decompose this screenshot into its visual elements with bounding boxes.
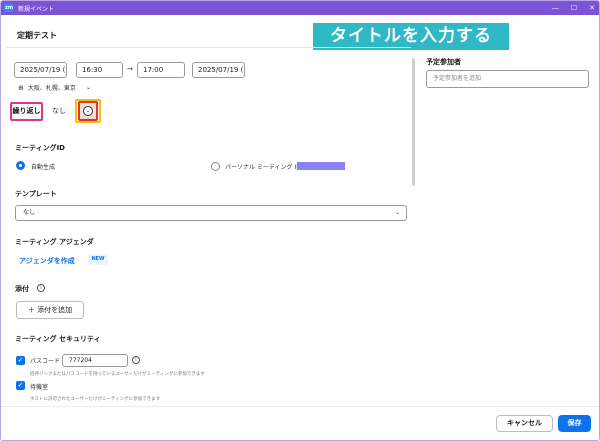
info-icon[interactable]: i bbox=[37, 284, 45, 292]
passcode-input[interactable]: 777204 bbox=[62, 354, 128, 367]
personal-id-label: パーソナル ミーティング ID bbox=[225, 164, 301, 171]
zoom-app-icon: zm bbox=[4, 4, 14, 12]
template-value: なし bbox=[23, 209, 36, 216]
save-button[interactable]: 保存 bbox=[558, 415, 591, 432]
annotation-banner: タイトルを入力する bbox=[313, 23, 509, 50]
add-attachment-label: 添付を追加 bbox=[37, 306, 73, 314]
waiting-room-label: 待機室 bbox=[30, 384, 49, 391]
agenda-label: ミーティング アジェンダ bbox=[15, 238, 94, 246]
scrollbar[interactable] bbox=[412, 58, 415, 186]
new-badge: NEW bbox=[88, 254, 108, 265]
recurrence-dropdown-button[interactable]: ⌄ bbox=[78, 101, 98, 121]
chevron-down-icon: ⌄ bbox=[394, 209, 400, 216]
recurrence-label: 繰り返し bbox=[10, 102, 43, 121]
start-date-field[interactable]: 2025/07/19 (± bbox=[14, 62, 67, 78]
add-attachment-button[interactable]: ＋ 添付を追加 bbox=[16, 301, 84, 319]
attachment-label: 添付 bbox=[15, 285, 29, 293]
recurrence-select[interactable]: なし bbox=[45, 103, 77, 119]
dialog-window: zm 新規イベント — ☐ ✕ 定期テスト タイトルを入力する 2025/07/… bbox=[0, 0, 600, 441]
attendees-input[interactable]: 予定参加者を追加 bbox=[426, 70, 589, 88]
template-label: テンプレート bbox=[15, 190, 57, 198]
timezone-label: 大阪、札幌、東京 bbox=[27, 85, 76, 92]
attendees-label: 予定参加者 bbox=[426, 58, 461, 66]
redacted-id bbox=[297, 162, 345, 170]
security-label: ミーティング セキュリティ bbox=[15, 335, 101, 343]
minimize-icon[interactable]: — bbox=[552, 4, 559, 12]
cancel-button[interactable]: キャンセル bbox=[496, 415, 553, 432]
auto-generate-radio[interactable] bbox=[16, 161, 25, 170]
window-title: 新規イベント bbox=[18, 5, 55, 13]
title-divider bbox=[6, 47, 411, 48]
personal-id-radio[interactable] bbox=[211, 162, 220, 171]
plus-icon: ＋ bbox=[27, 306, 35, 314]
chevron-down-icon: ⌄ bbox=[85, 84, 91, 91]
end-date-field[interactable]: 2025/07/19 (± bbox=[192, 62, 245, 78]
template-select[interactable]: なし ⌄ bbox=[15, 205, 407, 221]
auto-generate-label: 自動生成 bbox=[31, 164, 56, 171]
close-icon[interactable]: ✕ bbox=[589, 4, 595, 12]
meeting-id-label: ミーティングID bbox=[15, 144, 65, 152]
window-controls: — ☐ ✕ bbox=[552, 1, 595, 15]
passcode-label: パスコード bbox=[30, 358, 61, 365]
footer-divider bbox=[1, 406, 599, 407]
globe-icon: ⊕ bbox=[18, 83, 24, 92]
end-time-field[interactable]: 17:00 bbox=[137, 62, 185, 78]
waiting-room-hint: ホストに許可されたユーザーだけがミーティングに参加できます bbox=[30, 397, 161, 402]
passcode-hint: 招待リンクまたはパスコードを持っているユーザーだけがミーティングに参加できます bbox=[30, 372, 205, 377]
passcode-checkbox[interactable]: ✓ bbox=[16, 356, 25, 365]
timezone-selector[interactable]: ⊕ 大阪、札幌、東京 ⌄ bbox=[18, 83, 91, 93]
start-time-field[interactable]: 16:30 bbox=[76, 62, 123, 78]
waiting-room-checkbox[interactable]: ✓ bbox=[16, 381, 25, 390]
arrow-right-icon: → bbox=[127, 65, 133, 73]
meeting-title-input[interactable]: 定期テスト bbox=[17, 30, 57, 41]
chevron-down-icon: ⌄ bbox=[83, 106, 93, 116]
info-icon[interactable]: i bbox=[132, 356, 140, 364]
create-agenda-link[interactable]: アジェンダを作成 bbox=[19, 256, 75, 266]
title-bar: zm 新規イベント — ☐ ✕ bbox=[1, 1, 599, 15]
maximize-icon[interactable]: ☐ bbox=[571, 4, 577, 12]
